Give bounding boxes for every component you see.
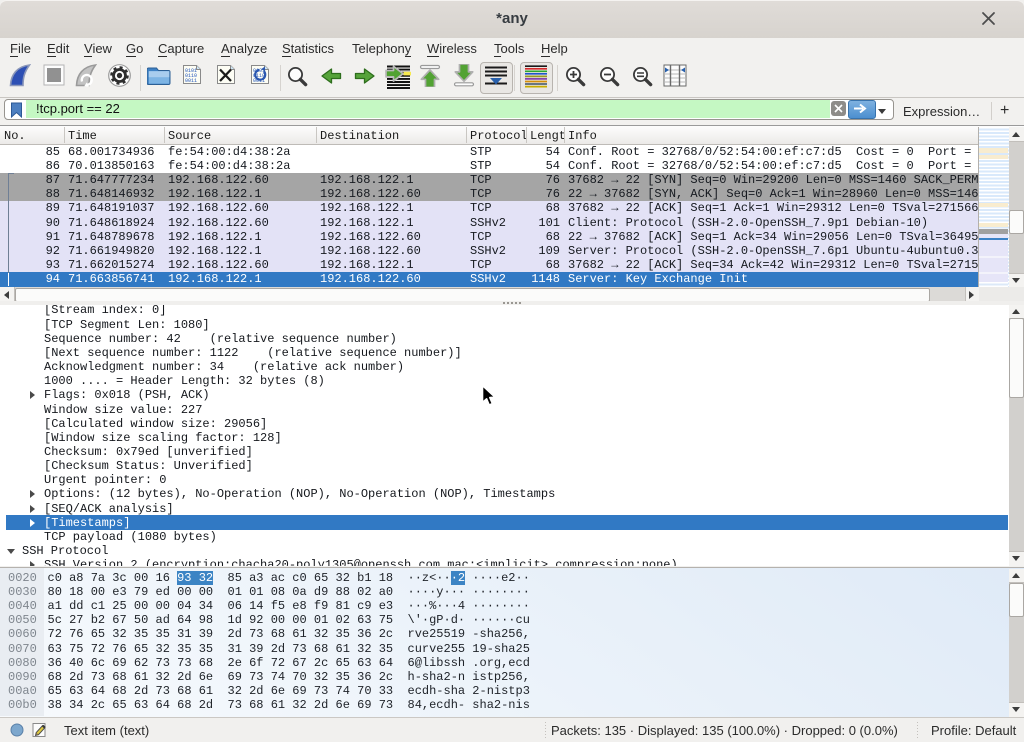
svg-text:0011: 0011 (185, 78, 197, 84)
